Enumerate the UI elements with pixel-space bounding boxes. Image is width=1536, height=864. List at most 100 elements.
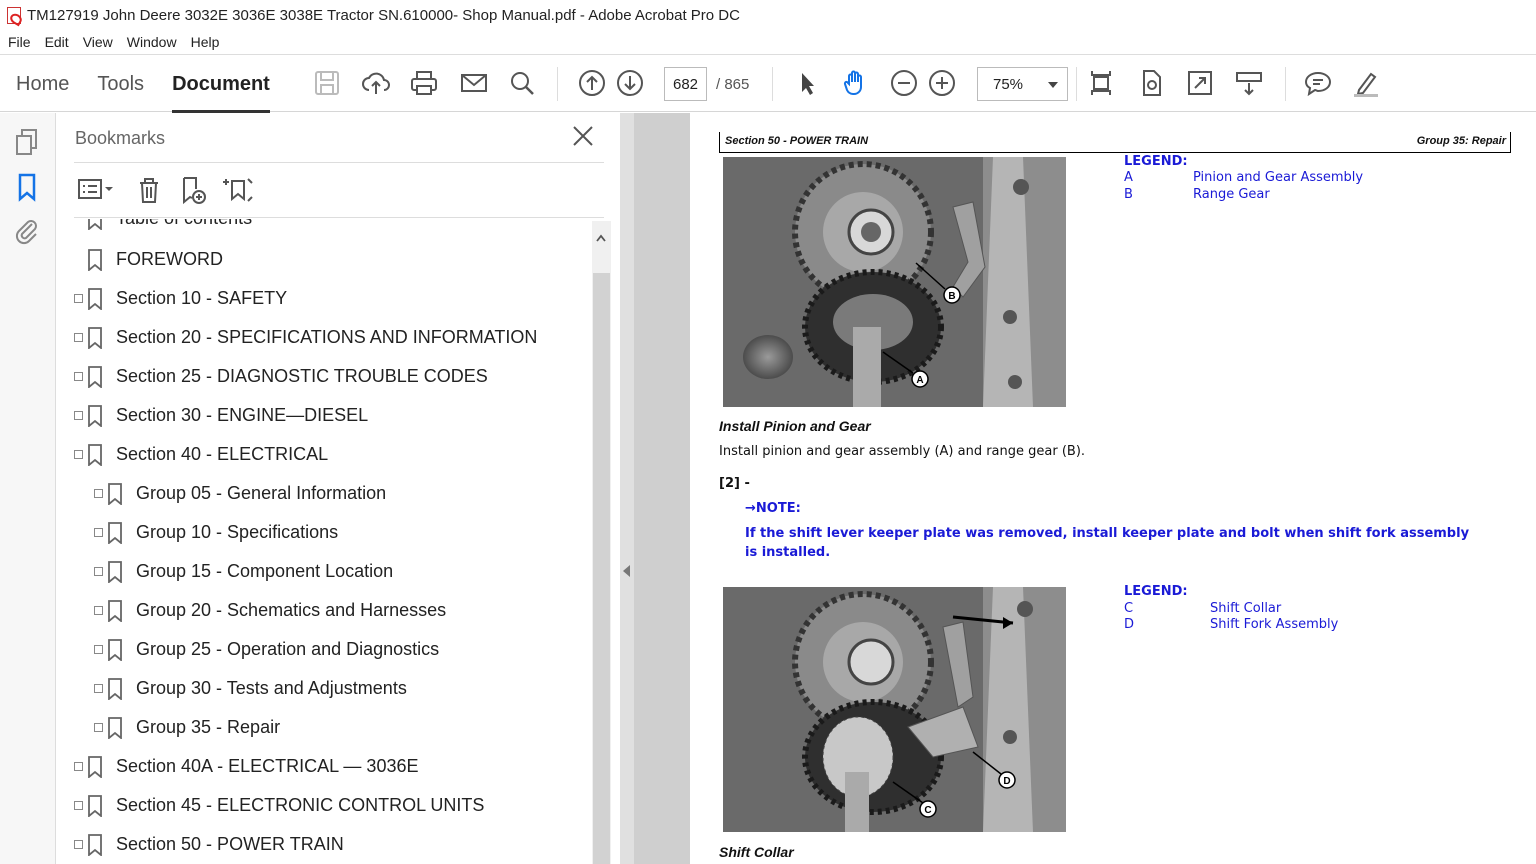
expand-toggle[interactable] xyxy=(74,840,83,849)
expand-toggle[interactable] xyxy=(94,723,103,732)
delete-bookmark-icon[interactable] xyxy=(134,175,164,205)
menu-bar: File Edit View Window Help xyxy=(0,30,1536,54)
zoom-out-icon[interactable] xyxy=(888,67,920,99)
upload-icon[interactable] xyxy=(360,67,392,99)
bookmark-item-group-10[interactable]: Group 10 - Specifications xyxy=(94,513,338,552)
expand-toggle[interactable] xyxy=(74,762,83,771)
expand-toggle[interactable] xyxy=(94,567,103,576)
email-icon[interactable] xyxy=(458,67,490,99)
expand-toggle[interactable] xyxy=(94,645,103,654)
step-number: [2] - xyxy=(719,476,750,491)
bookmark-item-section-30[interactable]: Section 30 - ENGINE—DIESEL xyxy=(74,396,368,435)
expand-toggle[interactable] xyxy=(74,333,83,342)
bookmark-item-section-20[interactable]: Section 20 - SPECIFICATIONS AND INFORMAT… xyxy=(74,318,537,357)
tab-tools[interactable]: Tools xyxy=(97,55,144,113)
menu-view[interactable]: View xyxy=(83,34,113,50)
bookmark-tree: Table of contents FOREWORD Section 10 - … xyxy=(56,219,592,864)
page-up-icon[interactable] xyxy=(576,67,608,99)
install-text: Install pinion and gear assembly (A) and… xyxy=(719,444,1086,459)
bookmarks-panel: Bookmarks Table of contents FOREWORD xyxy=(56,113,620,864)
expand-toggle[interactable] xyxy=(74,450,83,459)
bookmark-icon xyxy=(108,521,122,544)
window-title: TM127919 John Deere 3032E 3036E 3038E Tr… xyxy=(27,6,740,24)
bookmark-item-section-40[interactable]: Section 40 - ELECTRICAL xyxy=(74,435,328,474)
expand-toggle[interactable] xyxy=(94,684,103,693)
close-icon[interactable] xyxy=(572,125,594,147)
main-toolbar: Home Tools Document 682 / 865 75% xyxy=(0,54,1536,113)
zoom-select[interactable]: 75% xyxy=(977,67,1068,101)
page-total: / 865 xyxy=(716,76,750,93)
bookmark-item-section-50[interactable]: Section 50 - POWER TRAIN xyxy=(74,825,344,864)
print-icon[interactable] xyxy=(408,67,440,99)
chevron-down-icon xyxy=(1048,82,1058,88)
bookmark-icon xyxy=(88,365,102,388)
bookmarks-title: Bookmarks xyxy=(75,128,166,148)
highlight-icon[interactable] xyxy=(1350,67,1382,99)
menu-help[interactable]: Help xyxy=(191,34,220,50)
collapse-arrow-icon[interactable] xyxy=(623,565,630,577)
photo-shift-collar: D C xyxy=(723,587,1066,832)
bookmark-item-group-35[interactable]: Group 35 - Repair xyxy=(94,708,280,747)
legend2-key-d: D xyxy=(1124,617,1135,632)
options-menu-icon[interactable] xyxy=(76,175,116,205)
menu-edit[interactable]: Edit xyxy=(45,34,69,50)
page-thumbnails-icon[interactable] xyxy=(13,127,41,157)
expand-bookmark-icon[interactable] xyxy=(222,175,254,205)
expand-toggle[interactable] xyxy=(74,801,83,810)
bookmark-item-table-of-contents[interactable]: Table of contents xyxy=(74,219,252,238)
expand-toggle[interactable] xyxy=(74,411,83,420)
bookmark-icon xyxy=(88,794,102,817)
bookmark-item-group-20[interactable]: Group 20 - Schematics and Harnesses xyxy=(94,591,446,630)
header-group: Group 35: Repair xyxy=(1416,135,1506,147)
rotate-icon[interactable] xyxy=(1135,67,1167,99)
search-icon[interactable] xyxy=(506,67,538,99)
tab-home[interactable]: Home xyxy=(16,55,69,113)
hand-icon[interactable] xyxy=(839,67,871,99)
tab-document[interactable]: Document xyxy=(172,55,270,113)
bookmark-item-section-45[interactable]: Section 45 - ELECTRONIC CONTROL UNITS xyxy=(74,786,484,825)
zoom-in-icon[interactable] xyxy=(926,67,958,99)
select-arrow-icon[interactable] xyxy=(791,67,823,99)
legend2-value-c: Shift Collar xyxy=(1210,601,1282,616)
page-down-icon[interactable] xyxy=(614,67,646,99)
fit-page-icon[interactable] xyxy=(1085,67,1117,99)
bookmark-item-group-30[interactable]: Group 30 - Tests and Adjustments xyxy=(94,669,407,708)
photo-pinion-gear: B A xyxy=(723,157,1066,407)
expand-toggle[interactable] xyxy=(94,606,103,615)
expand-toggle[interactable] xyxy=(94,489,103,498)
bookmark-item-foreword[interactable]: FOREWORD xyxy=(74,240,223,279)
panel-collapse-handle[interactable] xyxy=(620,113,634,864)
bookmark-item-group-05[interactable]: Group 05 - General Information xyxy=(94,474,386,513)
zoom-value: 75% xyxy=(993,75,1024,93)
full-screen-icon[interactable] xyxy=(1184,67,1216,99)
legend2-value-d: Shift Fork Assembly xyxy=(1210,617,1339,632)
bookmark-item-section-40a[interactable]: Section 40A - ELECTRICAL — 3036E xyxy=(74,747,418,786)
caption-shift-collar: Shift Collar xyxy=(719,844,794,860)
expand-toggle[interactable] xyxy=(74,372,83,381)
new-bookmark-icon[interactable] xyxy=(178,175,208,205)
expand-toggle[interactable] xyxy=(74,294,83,303)
photo2-label-d: D xyxy=(1003,776,1010,787)
bookmark-icon xyxy=(108,560,122,583)
read-mode-icon[interactable] xyxy=(1233,67,1265,99)
bookmark-icon xyxy=(108,482,122,505)
photo1-label-b: B xyxy=(948,291,955,302)
menu-file[interactable]: File xyxy=(8,34,31,50)
expand-toggle[interactable] xyxy=(94,528,103,537)
bookmark-icon xyxy=(108,716,122,739)
bookmark-icon xyxy=(88,443,102,466)
bookmark-item-section-10[interactable]: Section 10 - SAFETY xyxy=(74,279,287,318)
bookmark-item-group-15[interactable]: Group 15 - Component Location xyxy=(94,552,393,591)
bookmark-item-section-25[interactable]: Section 25 - DIAGNOSTIC TROUBLE CODES xyxy=(74,357,488,396)
bookmark-panel-icon[interactable] xyxy=(13,172,41,202)
legend1-key-a: A xyxy=(1124,170,1133,185)
scroll-up-icon[interactable] xyxy=(596,229,606,242)
page-number-input[interactable]: 682 xyxy=(664,67,707,101)
scrollbar-thumb[interactable] xyxy=(593,273,610,864)
comment-icon[interactable] xyxy=(1302,67,1334,99)
bookmark-item-group-25[interactable]: Group 25 - Operation and Diagnostics xyxy=(94,630,439,669)
menu-window[interactable]: Window xyxy=(127,34,177,50)
attachments-icon[interactable] xyxy=(13,216,41,246)
bookmark-icon xyxy=(88,404,102,427)
save-icon[interactable] xyxy=(311,67,343,99)
